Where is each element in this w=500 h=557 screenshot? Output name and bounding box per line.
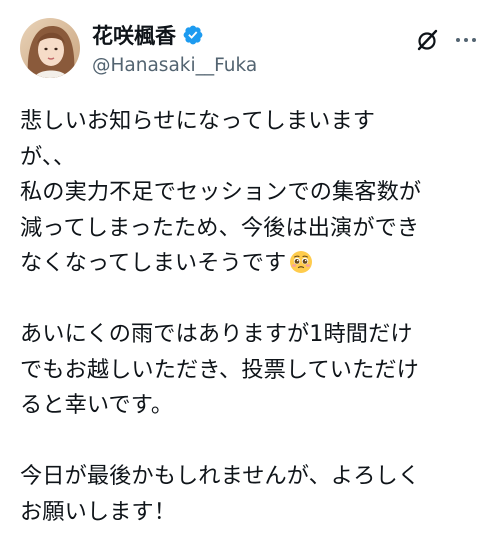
more-options-button[interactable]: [452, 26, 480, 54]
author-handle[interactable]: @Hanasaki__Fuka: [92, 55, 257, 76]
tweet-line: 悲しいお知らせになってしまいます: [20, 108, 376, 134]
tweet-line: 私の実力不足でセッションでの集客数が: [20, 179, 422, 205]
tweet-line-text: なくなってしまいそうです: [20, 250, 287, 276]
avatar-image: [20, 18, 80, 78]
tweet-card: 花咲楓香 @Hanasaki__Fuka 悲しいお知らせになってしまいます が、…: [0, 0, 500, 557]
grok-button[interactable]: [414, 26, 442, 54]
verified-badge-icon: [183, 25, 203, 45]
author-name-row: 花咲楓香: [92, 21, 204, 49]
tweet-line: あいにくの雨ではありますが1時間だけ: [20, 321, 413, 347]
tweet-line: お願いします！: [20, 498, 177, 525]
tweet-text: 悲しいお知らせになってしまいます が、、 私の実力不足でセッションでの集客数が …: [20, 104, 490, 530]
tweet-line: でもお越しいただき、投票していただけ: [20, 356, 419, 383]
tweet-line: が、、: [20, 143, 76, 170]
tweet-line-with-emoji: なくなってしまいそうです: [20, 246, 490, 282]
more-horizontal-icon: [456, 38, 476, 42]
tweet-line: ると幸いです。: [20, 392, 174, 418]
tweet-line: 減ってしまったため、今後は出演ができ: [20, 214, 420, 241]
author-display-name[interactable]: 花咲楓香: [92, 20, 176, 50]
grok-slash-circle-icon: [417, 29, 438, 51]
tweet-line: 今日が最後かもしれませんが、よろしく: [20, 463, 421, 489]
pleading-face-emoji: [290, 251, 313, 273]
avatar[interactable]: [20, 18, 80, 78]
